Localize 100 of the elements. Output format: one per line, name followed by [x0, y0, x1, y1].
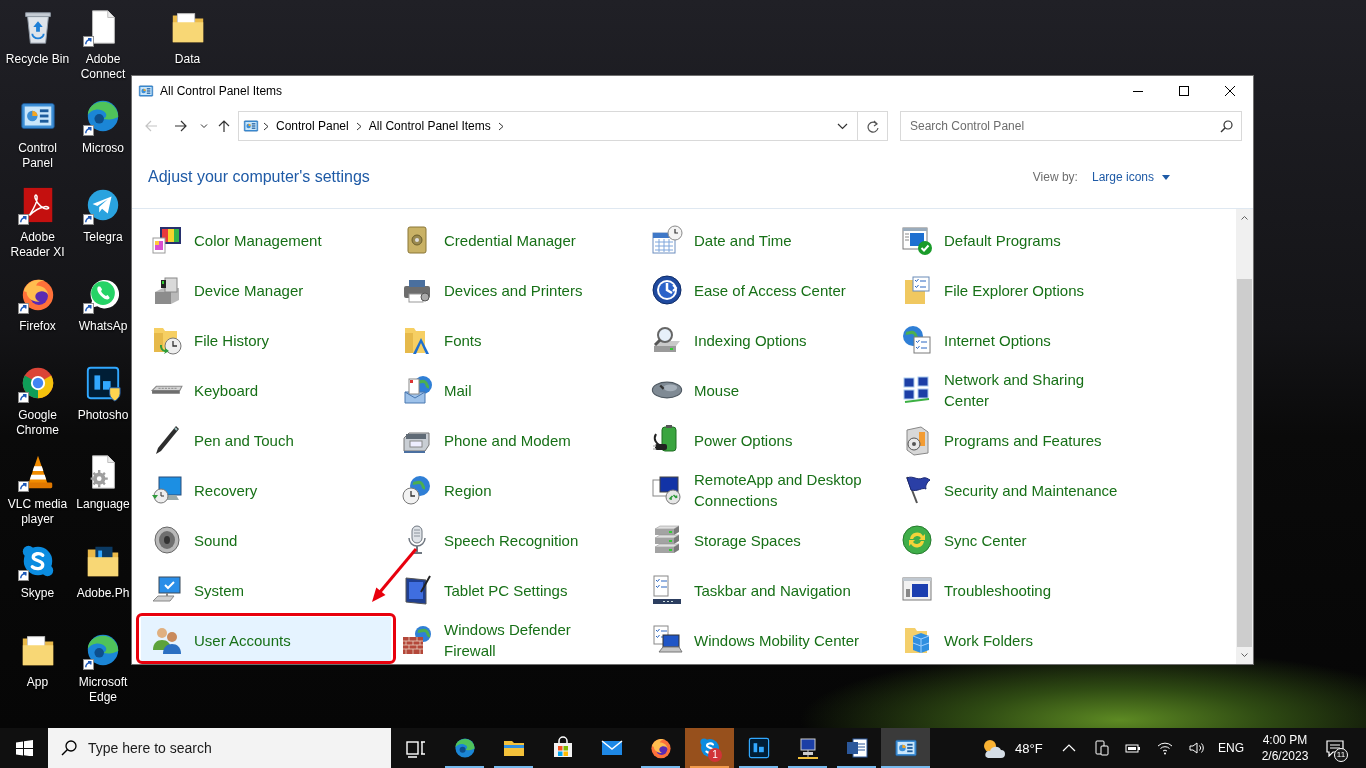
browser-icon — [452, 736, 477, 760]
control-panel-item[interactable]: Work Folders — [891, 617, 1141, 663]
control-panel-item[interactable]: Credential Manager — [391, 217, 641, 263]
scrollbar-thumb[interactable] — [1237, 279, 1252, 647]
control-panel-item[interactable]: File Explorer Options — [891, 267, 1141, 313]
control-panel-item[interactable]: System — [141, 567, 391, 613]
search-icon[interactable] — [1220, 120, 1233, 133]
control-panel-item[interactable]: Device Manager — [141, 267, 391, 313]
control-panel-item[interactable]: Phone and Modem — [391, 417, 641, 463]
control-panel-item[interactable]: User Accounts — [141, 617, 391, 663]
control-panel-item[interactable]: Fonts — [391, 317, 641, 363]
control-panel-item[interactable]: Ease of Access Center — [641, 267, 891, 313]
control-panel-item[interactable]: Mouse — [641, 367, 891, 413]
icon-label[interactable]: Microsoft Edge — [75, 675, 131, 705]
control-panel-item[interactable]: Color Management — [141, 217, 391, 263]
arrow-left-icon — [144, 119, 158, 133]
chevron-right-icon — [263, 121, 269, 131]
control-panel-item[interactable]: Internet Options — [891, 317, 1141, 363]
icon-label[interactable]: Firefox — [19, 319, 56, 334]
start-icon — [15, 740, 33, 756]
control-panel-item[interactable]: Storage Spaces — [641, 517, 891, 563]
icon-label[interactable]: Microso — [82, 141, 124, 156]
clock-time[interactable]: 4:00 PM — [1262, 732, 1308, 748]
search-icon[interactable] — [61, 740, 77, 756]
control-panel-icon — [138, 83, 154, 99]
chevron-right-icon — [355, 121, 362, 131]
accessibility-icon — [651, 274, 683, 306]
wifi-icon[interactable] — [1157, 740, 1173, 756]
control-panel-item[interactable]: Indexing Options — [641, 317, 891, 363]
control-panel-item[interactable]: Pen and Touch — [141, 417, 391, 463]
search-field[interactable]: Type here to search — [48, 728, 391, 768]
app-tile-icon[interactable] — [84, 364, 122, 402]
icon-label[interactable]: App — [26, 675, 49, 690]
device-icon[interactable] — [1093, 740, 1109, 756]
control-panel-item[interactable]: File History — [141, 317, 391, 363]
icon-label[interactable]: Google Chrome — [2, 408, 73, 438]
control-panel-item[interactable]: Devices and Printers — [391, 267, 641, 313]
icon-label[interactable]: Adobe Reader XI — [2, 230, 73, 260]
control-panel-item[interactable]: Keyboard — [141, 367, 391, 413]
control-panel-item[interactable]: Mail — [391, 367, 641, 413]
notifications-button[interactable]: 11 — [1321, 728, 1349, 768]
control-panel-item[interactable]: Date and Time — [641, 217, 891, 263]
firewall-icon — [401, 624, 433, 656]
control-panel-item[interactable]: Power Options — [641, 417, 891, 463]
chevron-right-icon — [497, 121, 504, 131]
page-heading: Adjust your computer's settings — [148, 168, 370, 186]
weather-button[interactable]: 48°F — [975, 728, 1053, 768]
control-panel-item[interactable]: RemoteApp and Desktop Connections — [641, 467, 891, 513]
weather-icon — [981, 737, 1005, 759]
icon-label[interactable]: Adobe.Ph — [76, 586, 130, 601]
icon-label[interactable]: Recycle Bin — [5, 52, 70, 67]
control-panel-item[interactable]: Windows Mobility Center — [641, 617, 891, 663]
icon-label[interactable]: WhatsAp — [78, 319, 128, 334]
taskbar-app-button[interactable] — [881, 728, 930, 768]
icon-label[interactable]: VLC media player — [2, 497, 73, 527]
icon-label[interactable]: Language — [76, 497, 130, 512]
clock-date[interactable]: 2/6/2023 — [1261, 748, 1309, 764]
speaker-icon — [151, 524, 183, 556]
browser-icon — [648, 736, 673, 760]
scrollbar[interactable] — [1236, 209, 1253, 664]
refresh-icon — [866, 119, 879, 133]
close-icon — [1225, 86, 1235, 96]
icon-label[interactable]: Control Panel — [2, 141, 73, 171]
annotation-arrow — [371, 547, 418, 603]
control-panel-item[interactable]: Windows Defender Firewall — [391, 617, 641, 663]
breadcrumb[interactable]: All Control Panel Items — [365, 115, 494, 137]
control-panel-item[interactable]: Recovery — [141, 467, 391, 513]
sync-icon — [901, 524, 933, 556]
document-app-icon — [844, 736, 869, 760]
refresh-button[interactable] — [858, 111, 888, 141]
icon-label[interactable]: Data — [174, 52, 201, 67]
control-panel-item[interactable]: Troubleshooting — [891, 567, 1141, 613]
taskbar-app-button[interactable]: 1 — [685, 728, 734, 768]
icon-label[interactable]: Telegra — [83, 230, 123, 245]
control-panel-item[interactable]: Network and Sharing Center — [891, 367, 1141, 413]
address-bar[interactable]: Control Panel All Control Panel Items — [238, 111, 858, 141]
control-panel-item[interactable]: Sound — [141, 517, 391, 563]
control-panel-item[interactable]: Sync Center — [891, 517, 1141, 563]
control-panel-item[interactable]: Taskbar and Navigation — [641, 567, 891, 613]
breadcrumb[interactable]: Control Panel — [273, 115, 352, 137]
globe-checklist-icon — [901, 324, 933, 356]
control-panel-item[interactable]: Default Programs — [891, 217, 1141, 263]
maximize-icon — [1179, 86, 1189, 96]
search-field[interactable]: Search Control Panel — [900, 111, 1242, 141]
laptop-checklist-icon — [651, 624, 683, 656]
control-panel-item[interactable]: Speech Recognition — [391, 517, 641, 563]
control-panel-item[interactable]: Region — [391, 467, 641, 513]
notification-badge: 1 — [708, 748, 722, 762]
language-indicator[interactable]: ENG — [1213, 741, 1249, 755]
control-panel-item[interactable]: Security and Maintenance — [891, 467, 1141, 513]
icon-label[interactable]: Photosho — [77, 408, 129, 423]
mailbox-globe-icon — [401, 374, 433, 406]
icon-label[interactable]: Skype — [20, 586, 55, 601]
control-panel-item[interactable]: Tablet PC Settings — [391, 567, 641, 613]
speaker-icon[interactable] — [1189, 740, 1205, 756]
caret-down-icon — [1162, 174, 1170, 180]
icon-label[interactable]: Adobe Connect — [75, 52, 131, 82]
view-by-dropdown[interactable]: Large icons — [1091, 166, 1170, 188]
chevron-down-icon — [200, 122, 208, 130]
control-panel-item[interactable]: Programs and Features — [891, 417, 1141, 463]
